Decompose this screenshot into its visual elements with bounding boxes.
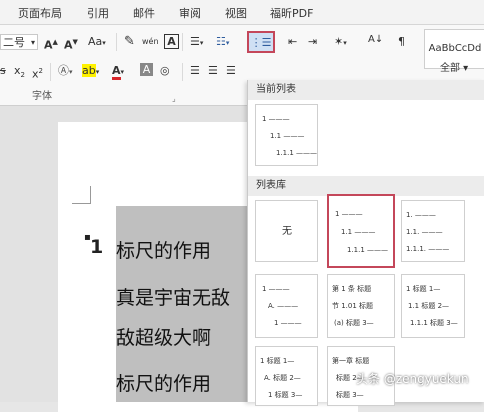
style-preview-normal[interactable]: AaBbCcDd bbox=[429, 43, 482, 54]
show-marks-icon[interactable]: ¶ bbox=[398, 34, 405, 50]
font-color-icon[interactable]: A▾ bbox=[112, 63, 124, 80]
multilevel-list-icon: ⋮☰ bbox=[250, 36, 272, 49]
divider bbox=[116, 33, 117, 51]
document-line-4[interactable]: 标尺的作用 bbox=[116, 369, 211, 396]
multilevel-list-button[interactable]: ⋮☰ bbox=[247, 31, 275, 53]
chevron-down-icon: ▾ bbox=[30, 38, 35, 47]
change-case-icon[interactable]: Aa▾ bbox=[88, 34, 106, 51]
chinese-layout-icon[interactable]: ✶▾ bbox=[334, 34, 347, 51]
multilevel-list-dropdown: 当前列表 1 ——— 1.1 ——— 1.1.1 ——— 列表库 无 1 ———… bbox=[247, 80, 484, 406]
tab-mailings[interactable]: 邮件 bbox=[133, 5, 155, 21]
superscript-icon[interactable]: x2 bbox=[32, 63, 43, 83]
tab-page-layout[interactable]: 页面布局 bbox=[18, 5, 62, 21]
list-style-numbered-dotted[interactable]: 1. ——— 1.1. ——— 1.1.1. ——— bbox=[401, 200, 465, 262]
strikethrough-icon[interactable]: s bbox=[0, 63, 6, 79]
document-line-3[interactable]: 敌超级大啊 bbox=[116, 323, 211, 350]
current-list-header: 当前列表 bbox=[248, 80, 484, 100]
subscript-icon[interactable]: x2 bbox=[14, 63, 25, 83]
font-size-select[interactable]: 二号 ▾ bbox=[0, 34, 38, 50]
list-style-numbered-1-1-1[interactable]: 1 ——— 1.1 ——— 1.1.1 ——— bbox=[327, 194, 395, 268]
list-library-header: 列表库 bbox=[248, 176, 484, 196]
font-group-label: 字体 bbox=[32, 91, 52, 102]
character-border-icon[interactable]: A bbox=[164, 34, 179, 49]
style-filter-dropdown[interactable]: 全部 ▾ bbox=[440, 61, 468, 77]
divider bbox=[50, 63, 51, 81]
phonetic-guide-icon[interactable]: wén bbox=[142, 34, 159, 50]
list-style-mixed[interactable]: 1 ——— A. ——— 1 ——— bbox=[255, 274, 318, 338]
document-line-1[interactable]: 标尺的作用 bbox=[116, 236, 211, 263]
increase-indent-icon[interactable]: ⇥ bbox=[308, 34, 317, 50]
divider bbox=[182, 63, 183, 81]
margin-corner-mark bbox=[72, 203, 90, 204]
document-line-2[interactable]: 真是宇宙无敌 bbox=[116, 283, 230, 310]
menu-tab-bar: 页面布局 引用 邮件 审阅 视图 福昕PDF bbox=[0, 0, 484, 25]
list-style-heading-numbered[interactable]: 1 标题 1— 1.1 标题 2— 1.1.1 标题 3— bbox=[401, 274, 465, 338]
list-style-none[interactable]: 无 bbox=[255, 200, 318, 262]
tab-view[interactable]: 视图 bbox=[225, 5, 247, 21]
clear-format-icon[interactable]: ✎ bbox=[124, 34, 135, 50]
tab-review[interactable]: 审阅 bbox=[179, 5, 201, 21]
tab-foxit-pdf[interactable]: 福昕PDF bbox=[270, 5, 313, 21]
font-dialog-launcher-icon[interactable]: ⌟ bbox=[172, 91, 176, 107]
highlight-icon[interactable]: ab▾ bbox=[82, 63, 99, 80]
list-style-heading-mixed[interactable]: 1 标题 1— A. 标题 2— 1 标题 3— bbox=[255, 346, 318, 406]
list-number: 1 bbox=[90, 236, 104, 258]
sort-icon[interactable]: A↓ bbox=[368, 32, 383, 48]
grow-font-icon[interactable]: A▲ bbox=[44, 34, 58, 54]
list-style-article-section[interactable]: 第 1 条 标题 节 1.01 标题 (a) 标题 3— bbox=[327, 274, 395, 338]
text-effects-icon[interactable]: Ⓐ▾ bbox=[58, 63, 73, 80]
current-list-tile[interactable]: 1 ——— 1.1 ——— 1.1.1 ——— bbox=[255, 104, 318, 166]
character-shading-icon[interactable]: A bbox=[140, 63, 153, 76]
align-right-icon[interactable]: ☰ bbox=[226, 63, 236, 79]
align-center-icon[interactable]: ☰ bbox=[208, 63, 218, 79]
tab-references[interactable]: 引用 bbox=[87, 5, 109, 21]
shrink-font-icon[interactable]: A▼ bbox=[64, 34, 78, 54]
numbering-icon[interactable]: ☷▾ bbox=[216, 34, 229, 51]
watermark: 头条 @zengyuekun bbox=[356, 372, 469, 386]
margin-corner-mark bbox=[90, 186, 91, 204]
divider bbox=[182, 33, 183, 51]
enclose-character-icon[interactable]: ◎ bbox=[160, 63, 170, 79]
decrease-indent-icon[interactable]: ⇤ bbox=[288, 34, 297, 50]
font-size-value: 二号 bbox=[3, 36, 25, 49]
bullets-icon[interactable]: ☰▾ bbox=[190, 34, 203, 51]
align-left-icon[interactable]: ☰ bbox=[190, 63, 200, 79]
